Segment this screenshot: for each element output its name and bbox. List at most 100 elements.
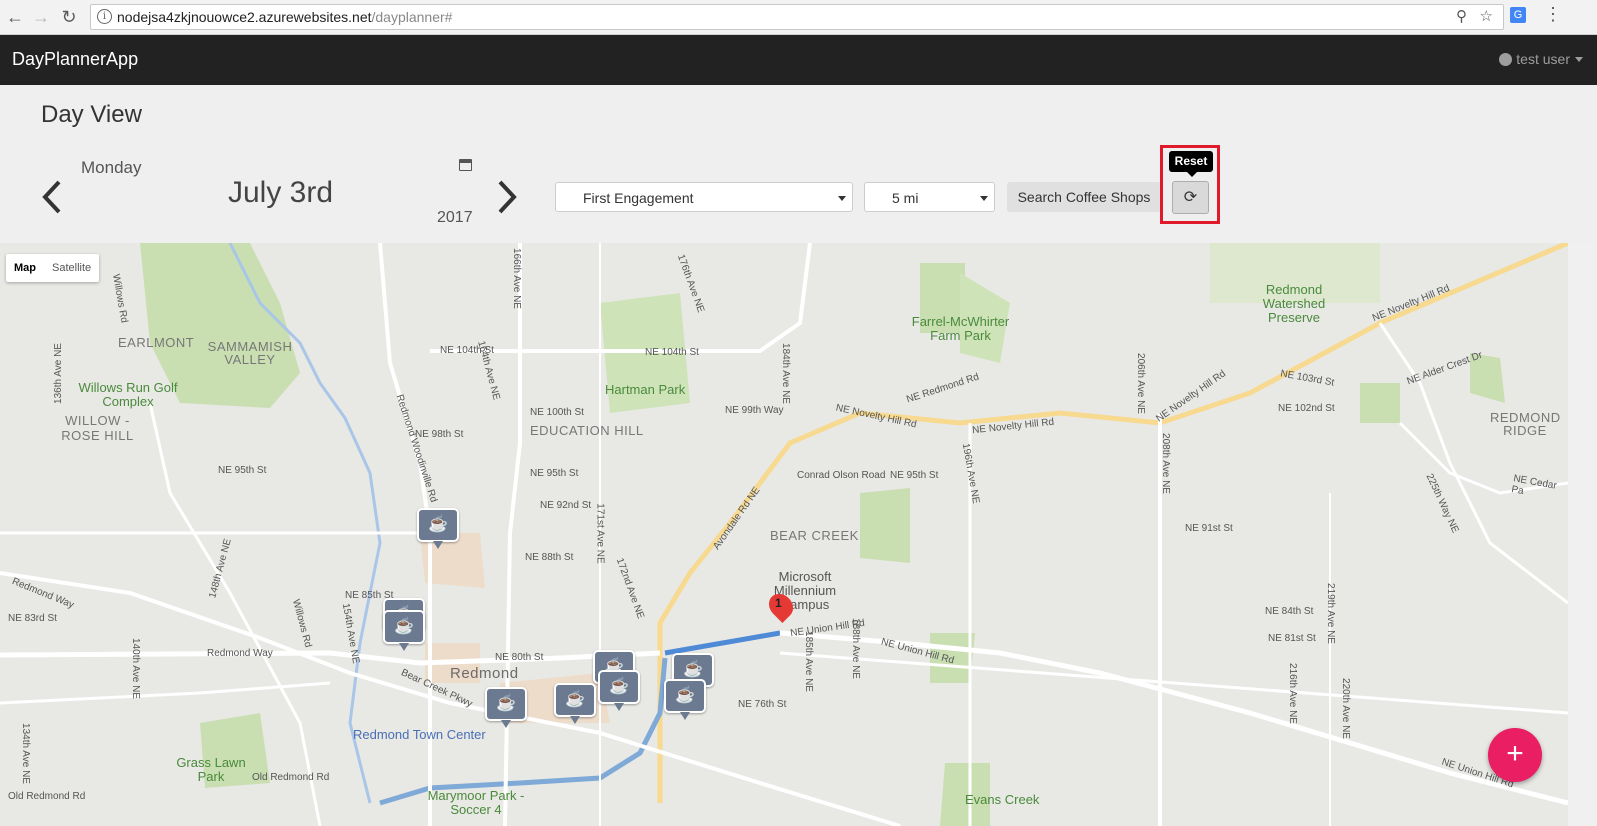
key-icon[interactable]: ⚲ xyxy=(1456,7,1467,25)
coffee-cup-icon: ☕ xyxy=(394,618,414,635)
place-label: Redmond xyxy=(450,665,519,682)
park-label: Farrel-McWhirter Farm Park xyxy=(911,314,1010,343)
street-label: NE 95th St xyxy=(218,465,267,476)
coffee-cup-icon: ☕ xyxy=(565,691,585,708)
street-label: Old Redmond Rd xyxy=(252,772,330,783)
coffee-cup-icon: ☕ xyxy=(683,661,703,678)
menu-dots-icon[interactable]: ⋮ xyxy=(1544,5,1562,23)
street-label: 220th Ave NE xyxy=(1339,678,1351,739)
street-label: NE 102nd St xyxy=(1278,403,1335,414)
coffee-cup-icon: ☕ xyxy=(609,678,629,695)
street-label: NE 76th St xyxy=(738,699,787,710)
map[interactable]: Map Satellite EARLMONT SAMMAMISH VALLEY W… xyxy=(0,243,1568,826)
page-scroll-gutter xyxy=(1568,243,1597,826)
user-menu[interactable]: test user xyxy=(1499,51,1583,67)
street-label: 134th Ave NE xyxy=(19,723,31,784)
next-day-chevron-icon[interactable] xyxy=(495,179,519,215)
caret-down-icon xyxy=(980,196,988,201)
street-label: NE 84th St xyxy=(1265,606,1314,617)
park-label: Hartman Park xyxy=(605,382,686,397)
poi-label: Redmond Town Center xyxy=(353,727,486,742)
street-label: Old Redmond Rd xyxy=(8,791,86,802)
street-label: 184th Ave NE xyxy=(779,343,791,404)
coffee-cup-icon: ☕ xyxy=(496,695,516,712)
place-label: BEAR CREEK xyxy=(770,528,859,543)
street-label: NE 99th Way xyxy=(725,405,784,416)
street-label: NE 100th St xyxy=(530,407,584,418)
caret-down-icon xyxy=(838,196,846,201)
forward-arrow-icon[interactable]: → xyxy=(30,6,52,28)
caret-down-icon xyxy=(1575,57,1583,62)
street-label: 219th Ave NE xyxy=(1324,583,1336,644)
street-label: NE 80th St xyxy=(495,652,544,663)
calendar-icon[interactable] xyxy=(459,159,472,171)
park-label: Evans Creek xyxy=(965,792,1040,807)
month-day-label: July 3rd xyxy=(228,176,334,209)
coffee-cup-icon: ☕ xyxy=(675,687,695,704)
place-label: WILLOW - ROSE HILL xyxy=(61,413,134,443)
coffee-shop-marker[interactable]: ☕ xyxy=(417,508,459,549)
engagement-select-value: First Engagement xyxy=(583,190,694,206)
coffee-shop-marker[interactable]: ☕ xyxy=(664,679,706,720)
street-label: 216th Ave NE xyxy=(1286,663,1298,724)
street-label: NE 98th St xyxy=(415,429,464,440)
coffee-shop-marker[interactable]: ☕ xyxy=(485,687,527,728)
browser-toolbar: ← → ↻ i nodejsa4zkjnouowce2.azurewebsite… xyxy=(0,0,1597,35)
street-label: NE 88th St xyxy=(525,552,574,563)
map-type-control: Map Satellite xyxy=(6,254,100,282)
street-label: NE 92nd St xyxy=(540,500,592,511)
street-label: 185th Ave NE xyxy=(802,631,814,692)
street-label: Conrad Olson Road xyxy=(797,470,886,481)
coffee-shop-marker[interactable]: ☕ xyxy=(383,610,425,651)
street-label: 140th Ave NE xyxy=(129,638,141,699)
place-label: REDMOND RIDGE xyxy=(1490,410,1561,438)
street-label: 171st Ave NE xyxy=(594,503,606,564)
user-name: test user xyxy=(1516,51,1570,67)
reset-button[interactable]: ⟳ xyxy=(1172,181,1209,214)
place-label: SAMMAMISH VALLEY xyxy=(207,339,293,367)
translate-icon[interactable]: G xyxy=(1510,7,1526,23)
park-label: Grass Lawn Park xyxy=(176,755,246,784)
street-label: 136th Ave NE xyxy=(52,343,64,404)
brand[interactable]: DayPlannerApp xyxy=(12,49,138,70)
coffee-shop-marker[interactable]: ☕ xyxy=(554,683,596,724)
street-label: NE 91st St xyxy=(1185,523,1233,534)
street-label: 206th Ave NE xyxy=(1134,353,1146,414)
street-label: NE 83rd St xyxy=(8,613,57,624)
refresh-icon: ⟳ xyxy=(1183,189,1198,206)
address-bar[interactable]: i nodejsa4zkjnouowce2.azurewebsites.net/… xyxy=(90,4,1504,30)
street-label: 208th Ave NE xyxy=(1159,433,1171,494)
url-text: nodejsa4zkjnouowce2.azurewebsites.net/da… xyxy=(117,9,452,25)
back-arrow-icon[interactable]: ← xyxy=(4,6,26,28)
bookmark-star-icon[interactable]: ☆ xyxy=(1480,7,1493,25)
url-host: nodejsa4zkjnouowce2.azurewebsites.net xyxy=(117,9,372,25)
engagement-select[interactable]: First Engagement xyxy=(555,182,853,212)
street-label: NE 95th St xyxy=(890,470,939,481)
add-fab-button[interactable]: + xyxy=(1488,728,1542,782)
day-view-header: Day View Monday July 3rd 2017 xyxy=(0,85,1597,243)
street-label: Redmond Way xyxy=(207,648,273,659)
map-type-map-button[interactable]: Map xyxy=(6,254,44,282)
info-icon[interactable]: i xyxy=(97,9,112,24)
distance-select-value: 5 mi xyxy=(892,190,919,206)
distance-select[interactable]: 5 mi xyxy=(864,182,995,212)
url-path: /dayplanner# xyxy=(371,9,453,25)
place-label: EDUCATION HILL xyxy=(530,423,644,438)
reload-icon[interactable]: ↻ xyxy=(58,6,80,28)
app-navbar: DayPlannerApp test user xyxy=(0,35,1597,85)
route-marker-label: 1 xyxy=(775,596,782,610)
search-coffee-shops-button[interactable]: Search Coffee Shops xyxy=(1007,182,1161,212)
weekday-label: Monday xyxy=(81,158,142,177)
place-label: EARLMONT xyxy=(118,335,195,350)
coffee-cup-icon: ☕ xyxy=(428,516,448,533)
street-label: NE 81st St xyxy=(1268,633,1316,644)
street-label: NE 95th St xyxy=(530,468,579,479)
park-label: Marymoor Park - Soccer 4 xyxy=(427,788,525,817)
year-label: 2017 xyxy=(437,209,473,226)
park-label: Willows Run Golf Complex xyxy=(78,380,178,409)
coffee-shop-marker[interactable]: ☕ xyxy=(598,670,640,711)
street-label: 188th Ave NE xyxy=(849,618,861,679)
map-type-satellite-button[interactable]: Satellite xyxy=(44,254,99,282)
prev-day-chevron-icon[interactable] xyxy=(40,179,64,215)
user-icon xyxy=(1499,53,1513,66)
